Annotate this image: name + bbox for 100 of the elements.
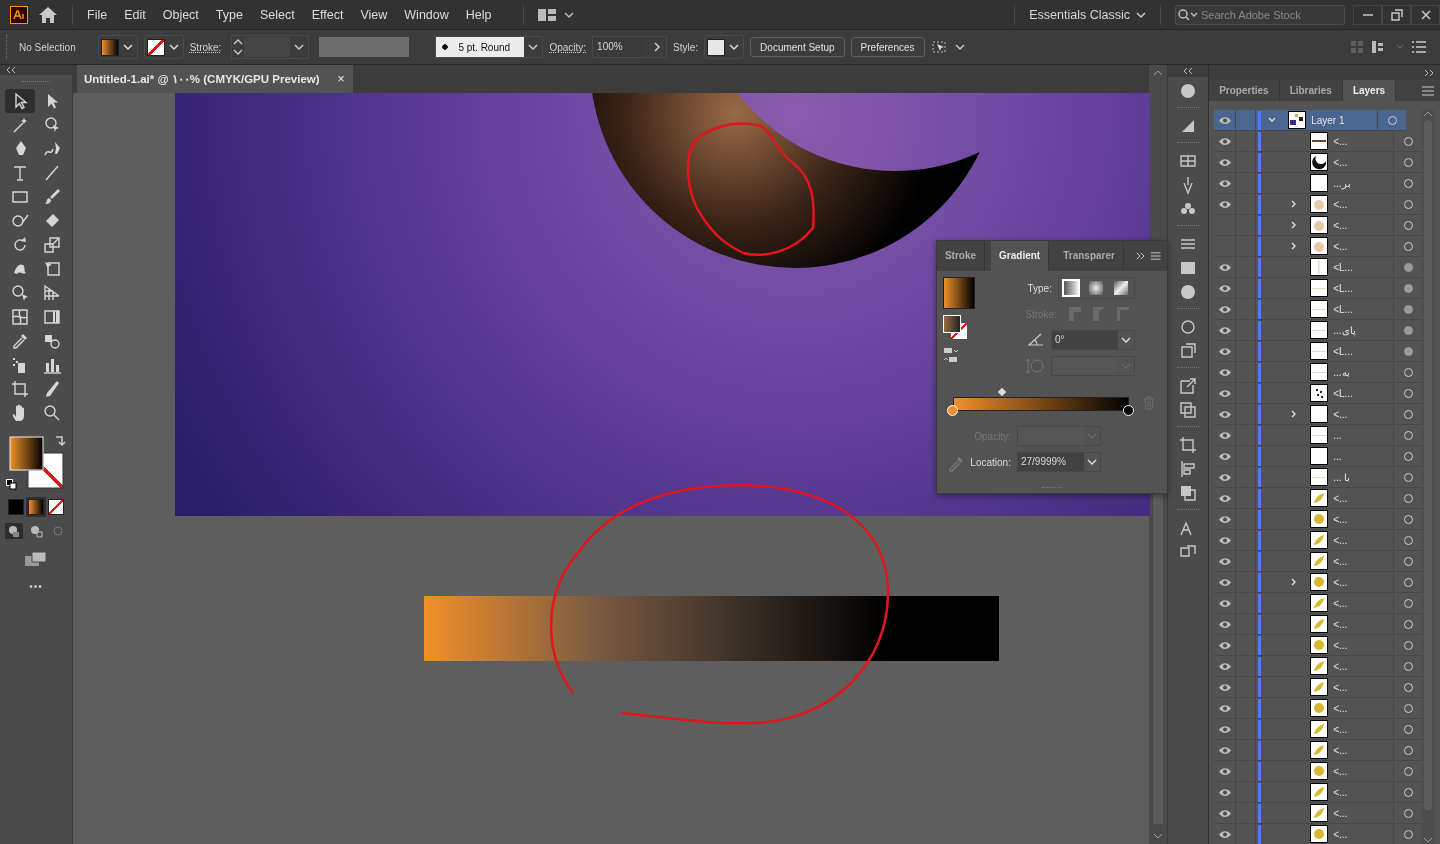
panel-tab[interactable]: Libraries <box>1279 80 1343 101</box>
layer-row[interactable]: <... <box>1214 614 1422 635</box>
layer-name: <... <box>1333 408 1349 420</box>
layer-name: <... <box>1333 807 1349 819</box>
layer-name: <... <box>1333 219 1349 231</box>
layer-name: <L... <box>1333 345 1354 357</box>
type-label: Type: <box>1027 282 1052 294</box>
layer-name: Layer 1 <box>1311 114 1346 126</box>
layer-row[interactable]: <... <box>1214 782 1422 803</box>
layer-name: <L... <box>1333 387 1354 399</box>
layer-row[interactable]: <... <box>1214 698 1422 719</box>
layer-name: <... <box>1333 681 1349 693</box>
menu-item[interactable]: Effect <box>311 7 344 22</box>
layer-name: <... <box>1333 492 1349 504</box>
layer-name: ... <box>1333 429 1343 441</box>
panel-tab[interactable]: Layers <box>1342 80 1397 101</box>
layer-row[interactable]: <L... <box>1214 341 1422 362</box>
location-field[interactable]: 27/9999% <box>1016 452 1101 472</box>
panel-tab[interactable]: Properties <box>1209 80 1280 101</box>
menu-item[interactable]: Edit <box>124 7 146 22</box>
layer-row[interactable]: <... <box>1214 404 1422 425</box>
layer-row[interactable]: <L... <box>1214 299 1422 320</box>
layer-name: <... <box>1333 702 1349 714</box>
layer-row[interactable]: ... با <box>1214 467 1422 488</box>
layer-name: <... <box>1333 618 1349 630</box>
layer-name: ... با <box>1333 471 1352 483</box>
menu-item[interactable]: Window <box>404 7 449 22</box>
workspace-switcher[interactable]: Essentials Classic <box>1029 7 1130 22</box>
layer-name: <... <box>1333 156 1349 168</box>
layer-name: <... <box>1333 828 1349 840</box>
layer-name: <... <box>1333 513 1349 525</box>
layer-row[interactable]: <... <box>1214 656 1422 677</box>
layer-name: <... <box>1333 660 1349 672</box>
style-label: Style: <box>673 41 699 53</box>
layer-row[interactable]: <... <box>1214 677 1422 698</box>
menu-item[interactable]: Help <box>465 7 492 22</box>
layer-row[interactable]: <L... <box>1214 278 1422 299</box>
brush-dropdown[interactable]: 5 pt. Round <box>435 36 544 58</box>
layer-row[interactable]: <L... <box>1214 257 1422 278</box>
layer-row[interactable]: <... <box>1214 215 1422 236</box>
layer-name: <L... <box>1333 303 1354 315</box>
layer-name: <... <box>1333 723 1349 735</box>
location-label: Location: <box>970 456 1011 468</box>
selection-status: No Selection <box>19 41 76 53</box>
menu-item[interactable]: Select <box>259 7 295 22</box>
layer-row[interactable]: <... <box>1214 530 1422 551</box>
layer-name: <... <box>1333 555 1349 567</box>
layer-row[interactable]: <... <box>1214 236 1422 257</box>
layer-name: <... <box>1333 597 1349 609</box>
layer-name: ...بر <box>1333 177 1352 189</box>
menu-item[interactable]: Type <box>215 7 243 22</box>
layer-name: <... <box>1333 765 1349 777</box>
layer-row[interactable]: <... <box>1214 509 1422 530</box>
layer-name: <... <box>1333 576 1349 588</box>
layer-row[interactable]: ...به <box>1214 362 1422 383</box>
panel-tab[interactable]: Stroke <box>936 241 986 271</box>
layer-row[interactable]: <... <box>1214 593 1422 614</box>
layer-row[interactable]: <... <box>1214 740 1422 761</box>
panel-tab[interactable]: Transparer <box>1055 241 1124 271</box>
edit-toolbar-button[interactable]: ••• <box>29 581 43 592</box>
layer-row[interactable]: <... <box>1214 761 1422 782</box>
layer-row[interactable]: <... <box>1214 194 1422 215</box>
layer-row[interactable]: <L... <box>1214 383 1422 404</box>
layer-row[interactable]: <... <box>1214 803 1422 824</box>
layer-row[interactable]: Layer 1 <box>1214 110 1406 131</box>
opacity-field[interactable]: 100% <box>592 36 668 58</box>
document-tab[interactable]: Untitled-1.ai* @ ۱۰۰% (CMYK/GPU Preview) × <box>76 65 353 93</box>
menu-item[interactable]: File <box>87 7 108 22</box>
layer-name: <... <box>1333 786 1349 798</box>
layer-row[interactable]: <... <box>1214 635 1422 656</box>
layer-row[interactable]: <... <box>1214 719 1422 740</box>
layer-row[interactable]: ...پای <box>1214 320 1422 341</box>
toolbar-button[interactable]: Preferences <box>850 37 925 57</box>
layer-row[interactable]: <... <box>1214 551 1422 572</box>
layer-name: <... <box>1333 639 1349 651</box>
layer-name: <L... <box>1333 282 1354 294</box>
angle-field[interactable]: 0° <box>1050 330 1135 350</box>
layer-name: ...پای <box>1333 324 1357 336</box>
layer-name: ...به <box>1333 366 1351 378</box>
layer-row[interactable]: ... <box>1214 425 1422 446</box>
layer-name: ... <box>1333 450 1343 462</box>
layer-name: <... <box>1333 135 1349 147</box>
opacity-label: Opacity: <box>549 41 587 53</box>
menu-item[interactable]: View <box>360 7 388 22</box>
layer-name: <L... <box>1333 261 1354 273</box>
layer-row[interactable]: ...بر <box>1214 173 1422 194</box>
layer-name: <... <box>1333 744 1349 756</box>
layer-name: <... <box>1333 198 1349 210</box>
menu-item[interactable]: Object <box>162 7 199 22</box>
layer-row[interactable]: <... <box>1214 131 1422 152</box>
close-tab-button[interactable]: × <box>337 72 345 86</box>
toolbar-button[interactable]: Document Setup <box>750 37 845 57</box>
layer-name: <... <box>1333 240 1349 252</box>
layer-name: <... <box>1333 534 1349 546</box>
layer-row[interactable]: <... <box>1214 488 1422 509</box>
panel-tab[interactable]: Gradient <box>991 241 1050 271</box>
layer-row[interactable]: ... <box>1214 446 1422 467</box>
stock-search-field[interactable]: Search Adobe Stock <box>1175 4 1345 25</box>
layer-row[interactable]: <... <box>1214 572 1422 593</box>
layer-row[interactable]: <... <box>1214 152 1422 173</box>
